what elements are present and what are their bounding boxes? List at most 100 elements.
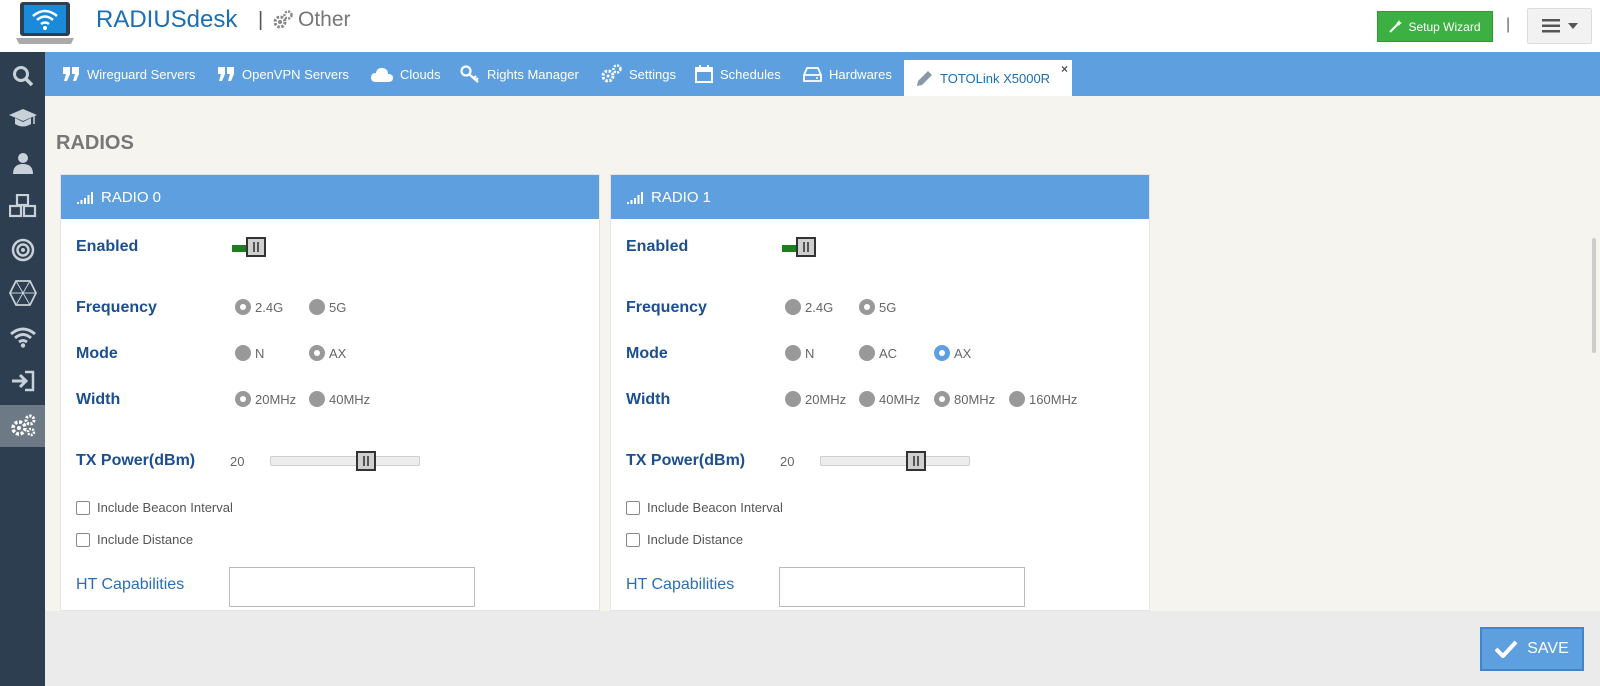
tab-wireguard-servers[interactable]: Wireguard Servers	[63, 52, 195, 96]
setup-wizard-button[interactable]: Setup Wizard	[1377, 11, 1493, 42]
include-distance-checkbox[interactable]: Include Distance	[76, 532, 193, 547]
graduation-cap-icon	[8, 109, 37, 127]
frequency-option-5g[interactable]: 5G	[859, 299, 896, 315]
gears-icon	[601, 64, 622, 83]
frequency-label: Frequency	[626, 299, 707, 316]
sign-in-icon	[11, 370, 34, 392]
setup-wizard-label: Setup Wizard	[1408, 19, 1481, 34]
mode-label: Mode	[626, 345, 668, 362]
ht-capabilities-label: HT Capabilities	[626, 576, 735, 593]
radio-0-panel: RADIO 0 Enabled Frequency 2.4G 5G Mode N…	[60, 174, 600, 611]
enabled-toggle[interactable]	[232, 237, 268, 259]
sidebar-item-users[interactable]	[0, 142, 45, 184]
ht-capabilities-label: HT Capabilities	[76, 576, 185, 593]
key-icon	[460, 65, 479, 83]
footer-bar	[45, 611, 1600, 686]
quote-icon	[63, 67, 79, 81]
tx-power-value: 20	[230, 454, 245, 469]
include-distance-checkbox[interactable]: Include Distance	[626, 532, 743, 547]
tx-power-slider[interactable]	[270, 451, 420, 471]
tab-hardwares[interactable]: Hardwares	[803, 52, 892, 96]
frequency-option-2-4g[interactable]: 2.4G	[235, 299, 283, 315]
mode-option-n[interactable]: N	[235, 345, 264, 361]
gears-icon	[10, 414, 35, 437]
width-option-80mhz[interactable]: 80MHz	[934, 391, 995, 407]
tab-clouds[interactable]: Clouds	[371, 52, 440, 96]
tab-totolink-x5000r[interactable]: TOTOLink X5000R ×	[904, 60, 1072, 96]
tx-power-label: TX Power(dBm)	[76, 452, 196, 469]
radio-0-title: RADIO 0	[101, 188, 162, 206]
check-icon	[1495, 640, 1518, 658]
width-label: Width	[626, 391, 671, 408]
frequency-option-2-4g[interactable]: 2.4G	[785, 299, 833, 315]
mode-option-ax[interactable]: AX	[934, 345, 971, 361]
user-icon	[12, 153, 33, 174]
cubes-icon	[8, 194, 36, 218]
sidebar-item-training[interactable]	[0, 98, 45, 140]
tab-schedules[interactable]: Schedules	[695, 52, 781, 96]
sidebar-item-wifi[interactable]	[0, 316, 45, 358]
sidebar-item-devices[interactable]	[0, 185, 45, 227]
caret-down-icon	[1567, 23, 1578, 29]
ht-capabilities-field[interactable]	[229, 567, 475, 607]
tx-power-label: TX Power(dBm)	[626, 452, 746, 469]
tab-label: Clouds	[400, 66, 441, 82]
wifi-laptop-logo	[16, 2, 74, 44]
sidebar-item-login[interactable]	[0, 360, 45, 402]
width-option-160mhz[interactable]: 160MHz	[1009, 391, 1077, 407]
tab-label: Hardwares	[829, 66, 892, 82]
tab-label: Wireguard Servers	[87, 66, 196, 82]
width-option-40mhz[interactable]: 40MHz	[859, 391, 920, 407]
tab-rights-manager[interactable]: Rights Manager	[460, 52, 579, 96]
search-icon	[12, 66, 33, 87]
mode-option-n[interactable]: N	[785, 345, 814, 361]
enabled-toggle[interactable]	[782, 237, 818, 259]
tab-settings[interactable]: Settings	[600, 52, 676, 96]
tx-power-slider-thumb[interactable]	[356, 451, 376, 471]
quote-icon	[218, 67, 234, 81]
hdd-icon	[803, 66, 822, 82]
tab-label: Rights Manager	[487, 66, 579, 82]
save-label: SAVE	[1527, 640, 1569, 657]
sidebar-item-settings[interactable]	[0, 405, 45, 447]
pencil-icon	[917, 70, 932, 86]
tab-openvpn-servers[interactable]: OpenVPN Servers	[218, 52, 349, 96]
save-button[interactable]: SAVE	[1480, 627, 1584, 671]
tab-bar: Wireguard Servers OpenVPN Servers Clouds…	[45, 52, 1600, 96]
tab-label: TOTOLink X5000R	[940, 70, 1051, 86]
sidebar-item-targets[interactable]	[0, 229, 45, 271]
close-tab-icon[interactable]: ×	[1061, 62, 1068, 76]
main-menu-button[interactable]	[1527, 8, 1592, 44]
ht-capabilities-field[interactable]	[779, 567, 1025, 607]
tx-power-slider[interactable]	[820, 451, 970, 471]
tab-label: OpenVPN Servers	[242, 66, 349, 82]
sidebar	[0, 52, 45, 686]
hamburger-icon	[1541, 19, 1560, 33]
hexagon-icon	[8, 280, 37, 306]
include-beacon-interval-checkbox[interactable]: Include Beacon Interval	[76, 500, 233, 515]
tab-label: Schedules	[720, 66, 781, 82]
title-separator: |	[258, 9, 264, 31]
width-label: Width	[76, 391, 121, 408]
include-beacon-interval-checkbox[interactable]: Include Beacon Interval	[626, 500, 783, 515]
enabled-label: Enabled	[626, 238, 689, 255]
frequency-option-5g[interactable]: 5G	[309, 299, 346, 315]
mode-option-ax[interactable]: AX	[309, 345, 346, 361]
wifi-icon	[9, 327, 36, 348]
radio-1-title: RADIO 1	[651, 188, 712, 206]
section-label: Other	[298, 8, 351, 31]
sidebar-item-search[interactable]	[0, 55, 45, 97]
tx-power-slider-thumb[interactable]	[906, 451, 926, 471]
sidebar-item-mesh[interactable]	[0, 272, 45, 314]
signal-icon	[77, 192, 93, 204]
radios-section-title: RADIOS	[56, 132, 134, 154]
section-name: Other	[272, 8, 351, 32]
width-option-40mhz[interactable]: 40MHz	[309, 391, 370, 407]
mode-option-ac[interactable]: AC	[859, 345, 897, 361]
scrollbar-thumb[interactable]	[1592, 238, 1596, 353]
radio-1-panel: RADIO 1 Enabled Frequency 2.4G 5G Mode N…	[610, 174, 1150, 611]
top-header: RADIUSdesk | Other Setup Wizard |	[0, 0, 1600, 52]
width-option-20mhz[interactable]: 20MHz	[785, 391, 846, 407]
width-option-20mhz[interactable]: 20MHz	[235, 391, 296, 407]
app-title: RADIUSdesk	[96, 6, 238, 33]
